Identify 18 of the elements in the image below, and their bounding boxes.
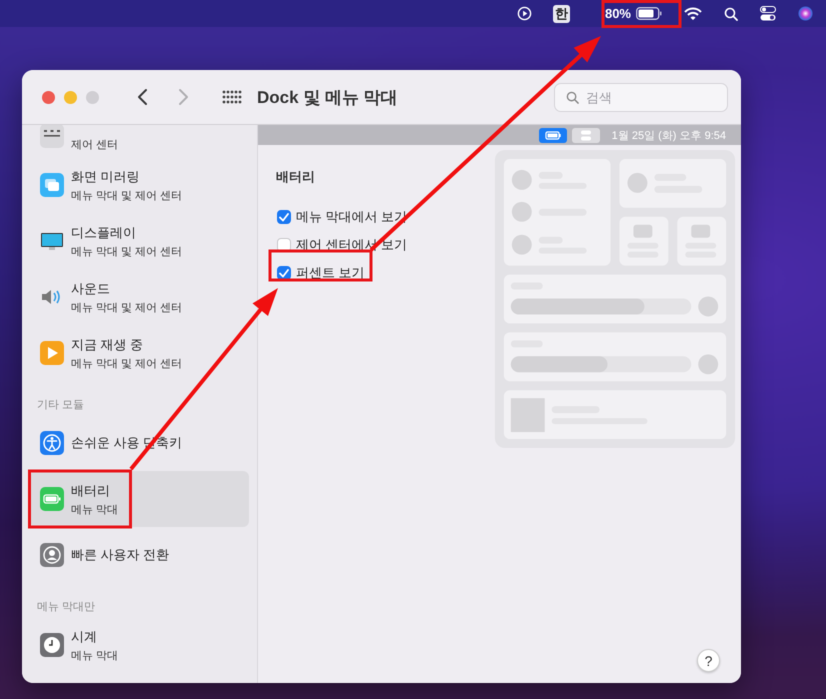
search-field[interactable]: 검색 — [554, 82, 728, 112]
section-title: 배터리 — [276, 168, 316, 186]
section-header: 기타 모듈 — [36, 398, 86, 413]
sidebar-item[interactable]: 화면 미러링 메뉴 막대 및 제어 센터 — [30, 157, 249, 213]
battery-percent[interactable]: 80% — [604, 6, 631, 21]
sidebar-item[interactable]: 제어 센터 — [30, 125, 249, 157]
window-title: Dock 및 메뉴 막대 — [257, 86, 398, 108]
sidebar-item[interactable]: 사운드 메뉴 막대 및 제어 센터 — [30, 269, 249, 325]
sidebar-item[interactable]: 빠른 사용자 전환 — [30, 527, 249, 583]
section-header: 메뉴 막대만 — [36, 600, 96, 615]
sidebar-item[interactable]: 디스플레이 메뉴 막대 및 제어 센터 — [30, 213, 249, 269]
menu-bar-clock: 1월 25일 (화) 오후 9:54 — [612, 128, 726, 142]
help-button[interactable]: ? — [697, 649, 720, 672]
input-source-indicator[interactable]: 한 — [553, 4, 570, 22]
sidebar-item[interactable]: 지금 재생 중 메뉴 막대 및 제어 센터 — [30, 325, 249, 381]
sidebar-item[interactable]: 시계 메뉴 막대 — [30, 617, 249, 673]
sidebar-item[interactable]: 배터리 메뉴 막대 — [30, 471, 249, 527]
checkbox-label[interactable]: 퍼센트 보기 — [296, 264, 365, 282]
